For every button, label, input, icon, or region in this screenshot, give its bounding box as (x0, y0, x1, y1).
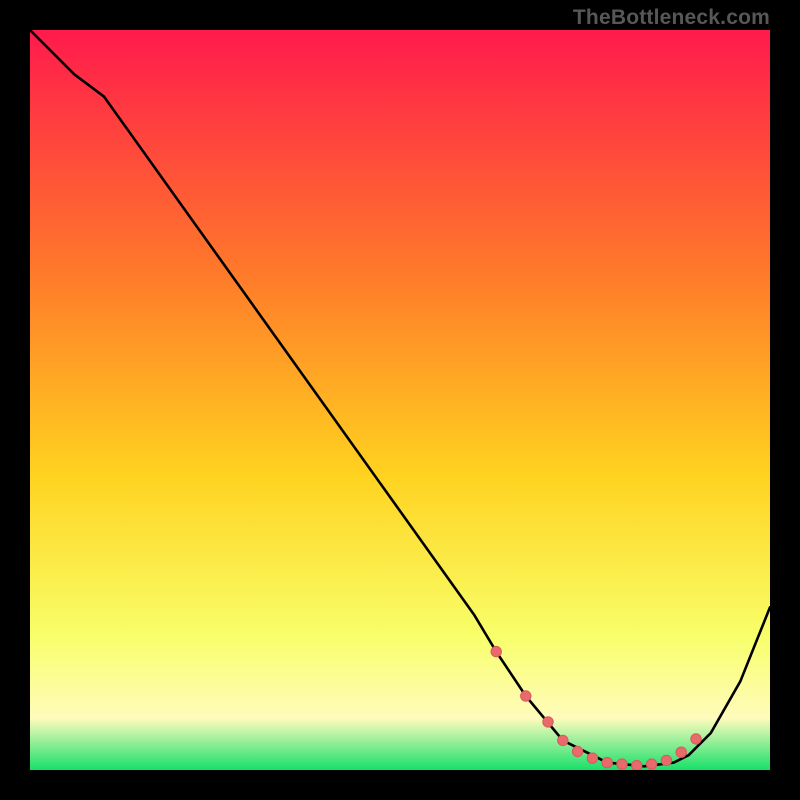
plot-area (30, 30, 770, 770)
chart-stage: TheBottleneck.com (0, 0, 800, 800)
chart-svg (30, 30, 770, 770)
gradient-background (30, 30, 770, 770)
watermark-text: TheBottleneck.com (573, 6, 770, 30)
